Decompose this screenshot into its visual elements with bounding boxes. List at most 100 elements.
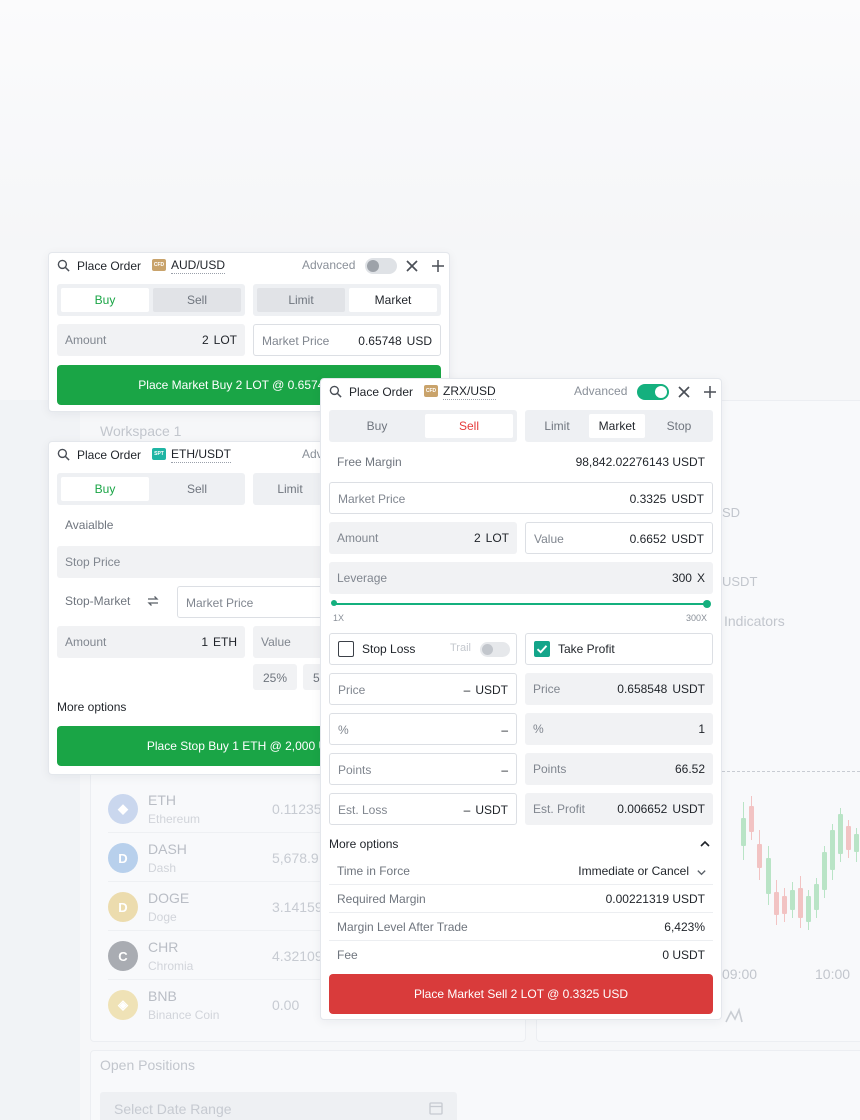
percent-chip-25[interactable]: 25%: [253, 664, 297, 690]
amount-value: 2: [473, 531, 481, 545]
market-price-label: Market Price: [262, 334, 330, 348]
tab-market[interactable]: Market: [589, 414, 645, 438]
stop-loss-checkbox[interactable]: [338, 641, 354, 657]
bg-indicators-label: Indicators: [724, 613, 785, 629]
coin-name: Binance Coin: [148, 1008, 220, 1022]
bg-candle: [838, 814, 843, 854]
swap-icon[interactable]: [146, 594, 160, 608]
place-order-button[interactable]: Place Market Sell 2 LOT @ 0.3325 USD: [329, 974, 713, 1014]
time-in-force-label: Time in Force: [337, 864, 410, 878]
leverage-slider-min-dot: [331, 600, 337, 606]
leverage-slider-track[interactable]: [335, 603, 707, 605]
order-type-tabs: Limit Market: [253, 284, 441, 316]
tab-sell[interactable]: Sell: [425, 414, 513, 438]
bg-candle: [854, 834, 859, 852]
advanced-toggle[interactable]: [365, 258, 397, 274]
more-options-toggle[interactable]: More options: [57, 700, 126, 714]
amount-unit: LOT: [485, 531, 509, 545]
take-profit-label: Take Profit: [558, 642, 615, 656]
search-icon[interactable]: [57, 448, 70, 461]
value-field[interactable]: Value 0.6652 USDT: [525, 522, 713, 554]
required-margin-label: Required Margin: [337, 892, 426, 906]
time-in-force-value: Immediate or Cancel: [578, 864, 689, 878]
leverage-field[interactable]: Leverage 300 X: [329, 562, 713, 594]
advanced-toggle[interactable]: [637, 384, 669, 400]
tab-market[interactable]: Market: [349, 288, 437, 312]
tab-sell[interactable]: Sell: [153, 288, 241, 312]
take-profit-header: Take Profit: [525, 633, 713, 665]
required-margin-value: 0.00221319 USDT: [605, 892, 705, 906]
eth-coin-icon: ◆: [108, 794, 138, 824]
tab-limit[interactable]: Limit: [257, 288, 345, 312]
tab-sell[interactable]: Sell: [153, 477, 241, 501]
free-margin-row: Free Margin 98,842.02276143 USDT: [329, 450, 713, 474]
coin-value: 4.32109: [272, 948, 323, 964]
sl-percent-field[interactable]: % –: [329, 713, 517, 745]
market-price-label: Market Price: [186, 596, 254, 610]
doge-coin-icon: D: [108, 892, 138, 922]
bg-candle: [846, 826, 851, 850]
tp-points-field[interactable]: Points 66.52: [525, 753, 713, 785]
free-margin-label: Free Margin: [337, 455, 402, 469]
leverage-unit: X: [696, 571, 705, 585]
add-icon[interactable]: [703, 385, 717, 399]
bg-candle: [782, 896, 787, 914]
market-price-field[interactable]: Market Price 0.3325 USDT: [329, 482, 713, 514]
est-loss-label: Est. Loss: [338, 803, 388, 817]
tab-stop[interactable]: Stop: [649, 414, 709, 438]
tab-buy[interactable]: Buy: [61, 477, 149, 501]
sl-points-field[interactable]: Points –: [329, 753, 517, 785]
close-icon[interactable]: [677, 385, 691, 399]
est-loss-field[interactable]: Est. Loss – USDT: [329, 793, 517, 825]
amount-field[interactable]: Amount 1 ETH: [57, 626, 245, 658]
order-type-tabs: Limit Market Stop: [525, 410, 713, 442]
add-icon[interactable]: [431, 259, 445, 273]
sl-price-field[interactable]: Price – USDT: [329, 673, 517, 705]
tp-price-label: Price: [533, 682, 561, 696]
bg-candle: [766, 858, 771, 894]
est-loss-unit: USDT: [475, 803, 508, 817]
search-icon[interactable]: [329, 385, 342, 398]
tp-points-value: 66.52: [674, 762, 705, 776]
leverage-slider-handle[interactable]: [703, 600, 711, 608]
side-tabs: Buy Sell: [57, 473, 245, 505]
time-in-force-row[interactable]: Time in Force Immediate or Cancel: [329, 857, 713, 885]
bg-candle: [741, 818, 746, 846]
pair-selector[interactable]: AUD/USD: [171, 258, 226, 274]
amount-field[interactable]: Amount 2 LOT: [57, 324, 245, 356]
date-range-placeholder: Select Date Range: [114, 1101, 232, 1117]
order-widget-zrx-usd: Place Order CFD ZRX/USD Advanced Buy Sel…: [320, 378, 722, 1020]
tab-limit[interactable]: Limit: [529, 414, 585, 438]
leverage-value: 300: [671, 571, 692, 585]
coin-name: Dash: [148, 861, 177, 875]
bg-chart-tool-icon: [725, 1007, 743, 1023]
more-options-toggle[interactable]: More options: [329, 834, 713, 854]
take-profit-checkbox[interactable]: [534, 641, 550, 657]
est-profit-field[interactable]: Est. Profit 0.006652 USDT: [525, 793, 713, 825]
stop-market-label: Stop-Market: [65, 594, 131, 608]
side-tabs: Buy Sell: [57, 284, 245, 316]
tab-buy[interactable]: Buy: [61, 288, 149, 312]
close-icon[interactable]: [405, 259, 419, 273]
widget-title: Place Order: [349, 385, 414, 399]
tp-percent-field[interactable]: % 1: [525, 713, 713, 745]
sl-price-value: –: [463, 683, 471, 697]
trail-toggle[interactable]: [480, 642, 510, 657]
margin-level-label: Margin Level After Trade: [337, 920, 468, 934]
bg-candle: [814, 884, 819, 910]
value-value: 0.6652: [629, 532, 667, 546]
tab-limit[interactable]: Limit: [257, 477, 323, 501]
bg-candle: [749, 806, 754, 832]
pair-selector[interactable]: ZRX/USD: [443, 384, 496, 400]
amount-field[interactable]: Amount 2 LOT: [329, 522, 517, 554]
pair-selector[interactable]: ETH/USDT: [171, 447, 231, 463]
stop-price-label: Stop Price: [65, 555, 121, 569]
market-price-field[interactable]: Market Price 0.65748 USD: [253, 324, 441, 356]
tab-buy[interactable]: Buy: [333, 414, 421, 438]
search-icon[interactable]: [57, 259, 70, 272]
tp-price-field[interactable]: Price 0.658548 USDT: [525, 673, 713, 705]
value-label: Value: [261, 635, 291, 649]
est-profit-value: 0.006652: [617, 802, 668, 816]
market-price-value: 0.65748: [358, 334, 402, 348]
percent-chip-label: 25%: [262, 671, 288, 685]
